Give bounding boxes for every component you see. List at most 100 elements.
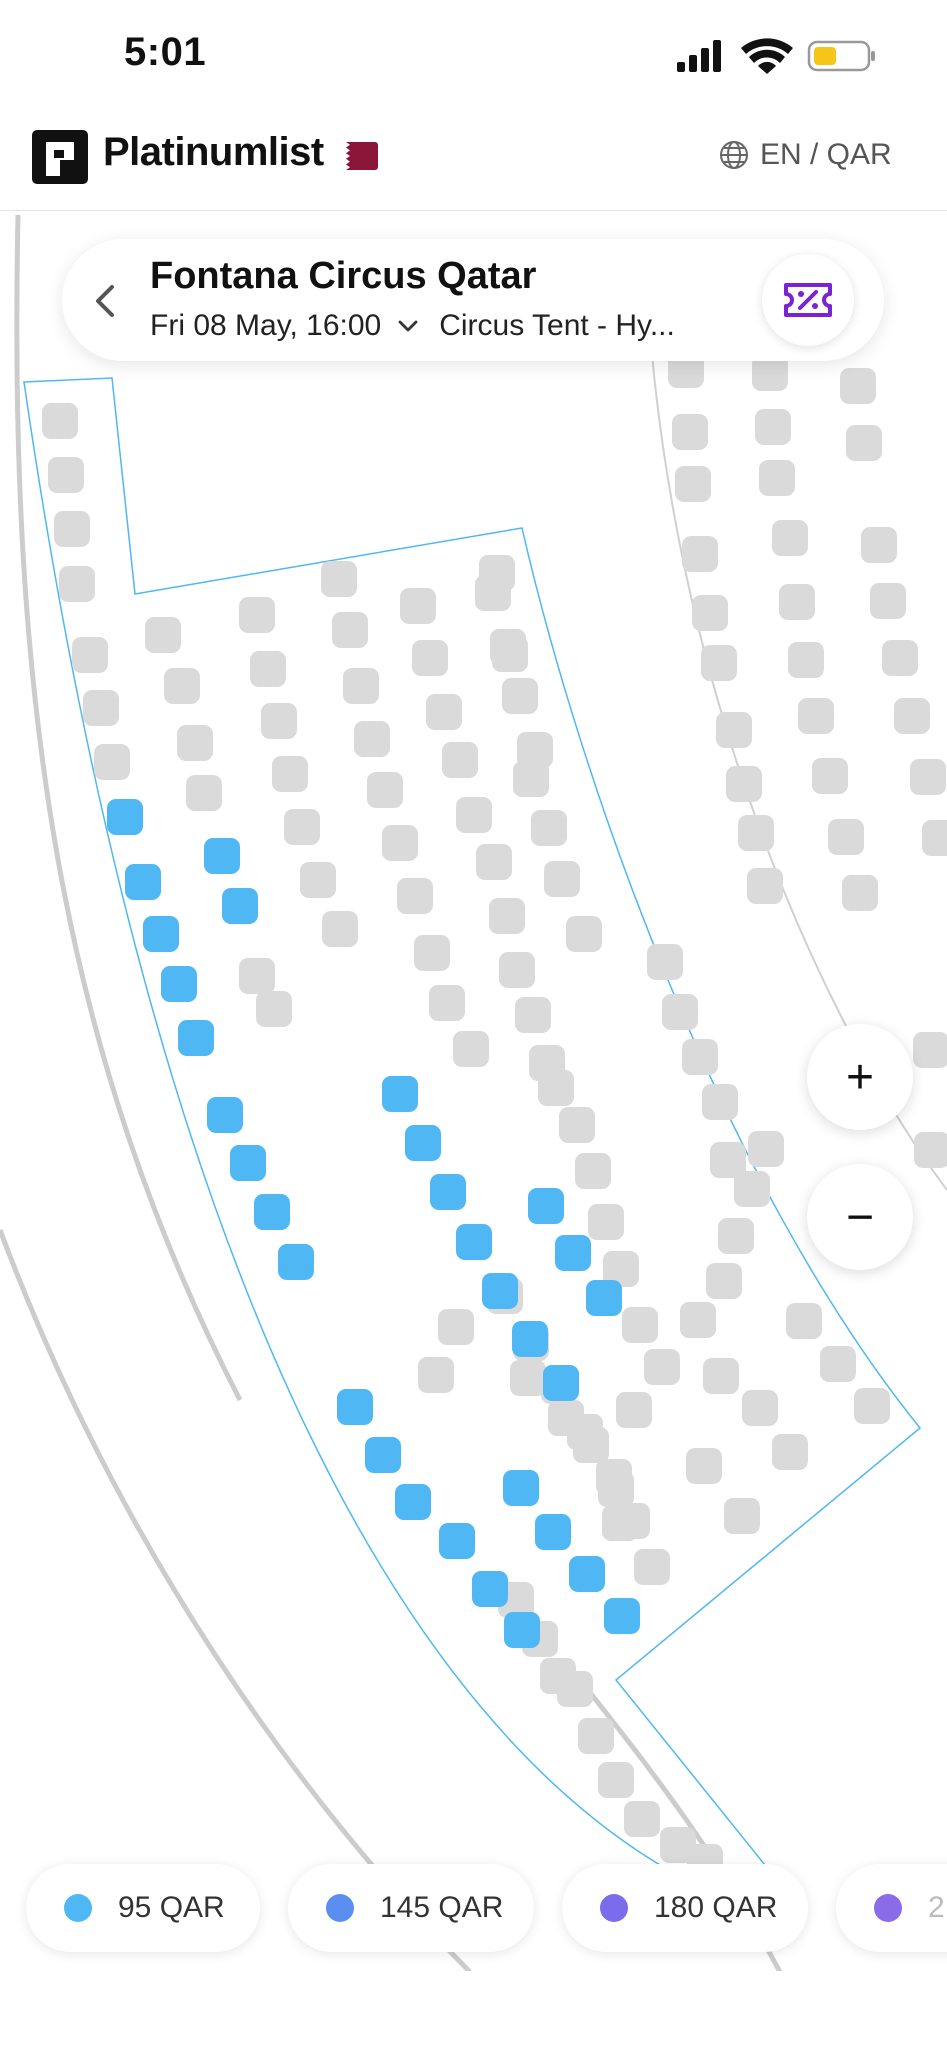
seat-available[interactable]	[472, 1571, 508, 1607]
seat-unavailable	[634, 1549, 670, 1585]
seat-unavailable	[779, 584, 815, 620]
seat-unavailable	[59, 566, 95, 602]
zoom-out-button[interactable]: −	[807, 1164, 913, 1270]
seat-unavailable	[662, 994, 698, 1030]
seat-available[interactable]	[439, 1523, 475, 1559]
legend-label: 145 QAR	[380, 1891, 504, 1924]
seat-available[interactable]	[382, 1076, 418, 1112]
legend-label: 2	[928, 1891, 945, 1924]
seat-unavailable	[453, 1031, 489, 1067]
seat-unavailable	[922, 820, 947, 856]
seat-available[interactable]	[456, 1224, 492, 1260]
seat-available[interactable]	[405, 1125, 441, 1161]
seat-available[interactable]	[178, 1020, 214, 1056]
seat-unavailable	[644, 1349, 680, 1385]
seat-unavailable	[538, 1070, 574, 1106]
seat-available[interactable]	[207, 1097, 243, 1133]
legend-chip-95[interactable]: 95 QAR	[26, 1864, 260, 1952]
zoom-in-button[interactable]: +	[807, 1024, 913, 1130]
seat-available[interactable]	[125, 864, 161, 900]
seat-unavailable	[559, 1107, 595, 1143]
seat-unavailable	[759, 460, 795, 496]
seat-unavailable	[910, 759, 946, 795]
seat-unavailable	[442, 742, 478, 778]
event-date-selector[interactable]: Fri 08 May, 16:00	[150, 309, 381, 343]
legend-label: 95 QAR	[118, 1891, 225, 1924]
seat-unavailable	[914, 1132, 947, 1168]
brand-name[interactable]: Platinumlist	[103, 130, 324, 175]
seat-unavailable	[894, 698, 930, 734]
battery-icon	[807, 40, 875, 72]
seat-unavailable	[510, 1360, 546, 1396]
seat-available[interactable]	[512, 1321, 548, 1357]
platinumlist-logo-icon[interactable]	[32, 130, 88, 184]
legend-chip-180[interactable]: 180 QAR	[562, 1864, 808, 1952]
seat-available[interactable]	[535, 1514, 571, 1550]
tickets-button[interactable]	[762, 254, 854, 346]
price-color-dot	[600, 1894, 628, 1922]
price-legend: 95 QAR 145 QAR 180 QAR 2	[0, 1852, 947, 1972]
seat-available[interactable]	[222, 888, 258, 924]
seat-available[interactable]	[528, 1188, 564, 1224]
seat-unavailable	[726, 766, 762, 802]
seat-unavailable	[913, 1032, 947, 1068]
legend-chip-more[interactable]: 2	[836, 1864, 947, 1952]
seat-unavailable	[502, 678, 538, 714]
seat-unavailable	[820, 1346, 856, 1382]
seat-unavailable	[414, 935, 450, 971]
seat-available[interactable]	[503, 1470, 539, 1506]
seat-unavailable	[786, 1303, 822, 1339]
seat-unavailable	[840, 368, 876, 404]
seat-unavailable	[261, 703, 297, 739]
seat-unavailable	[492, 636, 528, 672]
chevron-down-icon[interactable]	[397, 319, 419, 333]
seat-unavailable	[624, 1801, 660, 1837]
seat-available[interactable]	[395, 1484, 431, 1520]
seat-available[interactable]	[254, 1194, 290, 1230]
seat-available[interactable]	[604, 1598, 640, 1634]
seat-unavailable	[842, 875, 878, 911]
seat-unavailable	[164, 668, 200, 704]
seat-available[interactable]	[586, 1280, 622, 1316]
seat-unavailable	[854, 1388, 890, 1424]
seat-available[interactable]	[365, 1437, 401, 1473]
wifi-icon	[741, 38, 793, 74]
legend-chip-145[interactable]: 145 QAR	[288, 1864, 534, 1952]
back-button[interactable]	[74, 271, 134, 331]
seat-unavailable	[598, 1471, 634, 1507]
seat-available[interactable]	[230, 1145, 266, 1181]
seat-unavailable	[692, 595, 728, 631]
seat-available[interactable]	[204, 838, 240, 874]
seat-unavailable	[772, 1434, 808, 1470]
seat-map-canvas[interactable]	[0, 211, 947, 1971]
language-currency-selector[interactable]: EN / QAR	[718, 138, 892, 172]
seat-unavailable	[250, 651, 286, 687]
seat-unavailable	[747, 868, 783, 904]
seat-unavailable	[476, 844, 512, 880]
seat-available[interactable]	[482, 1273, 518, 1309]
seat-available[interactable]	[504, 1612, 540, 1648]
event-meta: Fri 08 May, 16:00 Circus Tent - Hy...	[150, 309, 675, 343]
seat-group[interactable]	[42, 352, 947, 1880]
seat-unavailable	[72, 637, 108, 673]
seat-unavailable	[145, 617, 181, 653]
seat-available[interactable]	[107, 799, 143, 835]
seat-unavailable	[682, 536, 718, 572]
seat-unavailable	[515, 997, 551, 1033]
seat-available[interactable]	[555, 1235, 591, 1271]
seat-available[interactable]	[337, 1389, 373, 1425]
seat-available[interactable]	[430, 1174, 466, 1210]
seat-available[interactable]	[569, 1556, 605, 1592]
seat-unavailable	[588, 1204, 624, 1240]
seat-available[interactable]	[543, 1365, 579, 1401]
seat-unavailable	[710, 1142, 746, 1178]
seat-unavailable	[680, 1302, 716, 1338]
seat-unavailable	[861, 527, 897, 563]
seat-available[interactable]	[161, 966, 197, 1002]
globe-icon	[720, 141, 748, 169]
seat-unavailable	[675, 466, 711, 502]
seat-map[interactable]	[0, 211, 947, 1971]
seat-available[interactable]	[143, 916, 179, 952]
seat-unavailable	[703, 1358, 739, 1394]
seat-available[interactable]	[278, 1244, 314, 1280]
